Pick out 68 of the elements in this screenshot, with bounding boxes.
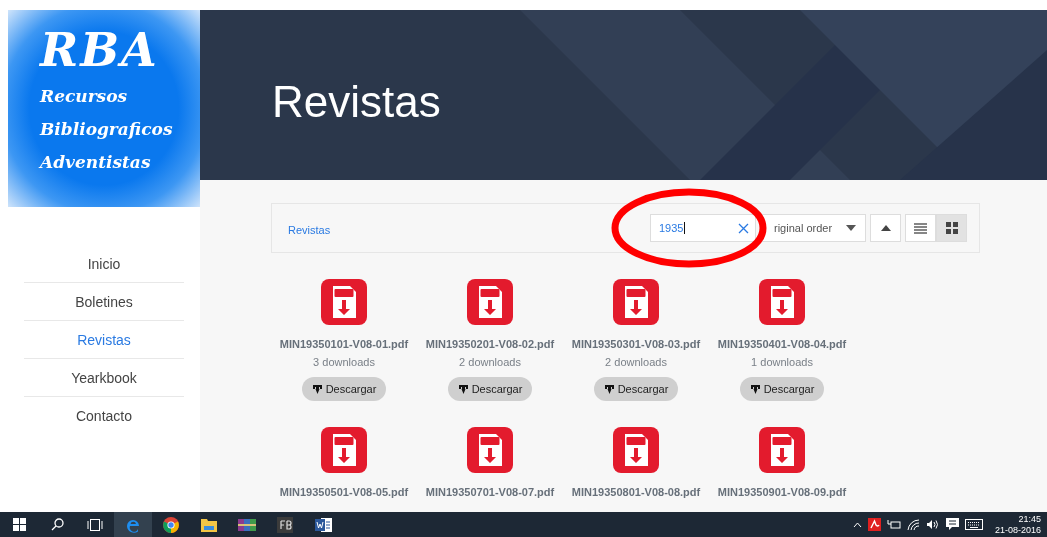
volume-icon[interactable]: [925, 519, 940, 530]
logo-text: Bibliograficos: [40, 118, 173, 141]
download-count: 2 downloads: [459, 356, 521, 368]
antivirus-icon[interactable]: [867, 518, 881, 531]
page-title: Revistas: [272, 76, 441, 127]
archive-icon: [238, 517, 256, 532]
pdf-file-icon: [321, 427, 367, 473]
download-icon: [311, 383, 323, 395]
file-name[interactable]: MIN19350301-V08-03.pdf: [571, 338, 701, 350]
browser-icon: [163, 516, 179, 533]
logo-title: RBA: [40, 24, 159, 76]
download-count: 1 downloads: [751, 356, 813, 368]
download-icon: [457, 383, 469, 395]
file-name[interactable]: MIN19350401-V08-04.pdf: [717, 338, 847, 350]
download-icon: [749, 383, 761, 395]
file-name[interactable]: MIN19350201-V08-02.pdf: [425, 338, 555, 350]
caret-icon: [846, 225, 856, 231]
pdf-file-icon: [321, 279, 367, 325]
keyboard-icon[interactable]: [964, 519, 983, 530]
nav-link[interactable]: Boletines: [24, 283, 184, 321]
clock-date[interactable]: 21-08-2016: [994, 524, 1041, 536]
notification-icon[interactable]: [945, 518, 959, 531]
wifi-icon[interactable]: [906, 518, 920, 531]
nav-link[interactable]: Contacto: [24, 397, 184, 434]
breadcrumb-link[interactable]: Revistas: [288, 220, 331, 236]
download-count: 3 downloads: [313, 356, 375, 368]
power-icon[interactable]: [886, 519, 901, 530]
pdf-file-icon: [613, 279, 659, 325]
word-icon: [314, 516, 332, 533]
nav-link[interactable]: Yearkbook: [24, 359, 184, 397]
file-name[interactable]: MIN19350901-V08-09.pdf: [717, 486, 847, 498]
pdf-file-icon: [613, 427, 659, 473]
pdf-file-icon: [759, 279, 805, 325]
triangle-up-icon: [880, 225, 891, 231]
file-name[interactable]: MIN19350501-V08-05.pdf: [279, 486, 409, 498]
text-cursor: [684, 222, 686, 234]
clock-time[interactable]: 21:45: [1018, 513, 1041, 525]
logo-text: Adventistas: [40, 151, 151, 174]
search-field[interactable]: 1935: [650, 214, 756, 242]
sort-dropdown[interactable]: riginal order: [762, 214, 866, 242]
list-icon: [914, 222, 927, 234]
sort-direction-button[interactable]: [870, 214, 901, 242]
task-view-icon: [87, 518, 103, 531]
pdf-file-icon: [759, 427, 805, 473]
nav-link[interactable]: Revistas: [24, 321, 184, 359]
file-name[interactable]: MIN19350101-V08-01.pdf: [279, 338, 409, 350]
grid-icon: [945, 222, 958, 234]
chevron-up-icon[interactable]: [852, 521, 862, 528]
grid-view-button[interactable]: [936, 214, 967, 242]
search-icon: [50, 518, 64, 531]
file-name[interactable]: MIN19350801-V08-08.pdf: [571, 486, 701, 498]
windows-icon: [12, 518, 26, 531]
clear-icon[interactable]: [738, 222, 749, 234]
pdf-file-icon: [467, 279, 513, 325]
folder-icon: [201, 517, 217, 532]
download-icon: [603, 383, 615, 395]
download-button[interactable]: Descargar: [739, 377, 825, 401]
pdf-file-icon: [467, 427, 513, 473]
download-button[interactable]: Descargar: [301, 377, 387, 401]
logo[interactable]: RBA Recursos Bibliograficos Adventistas: [8, 10, 200, 207]
list-view-button[interactable]: [905, 214, 936, 242]
fb-icon: [277, 516, 293, 533]
download-button[interactable]: Descargar: [593, 377, 679, 401]
download-count: 2 downloads: [605, 356, 667, 368]
download-button[interactable]: Descargar: [447, 377, 533, 401]
logo-text: Recursos: [40, 85, 128, 108]
file-name[interactable]: MIN19350701-V08-07.pdf: [425, 486, 555, 498]
nav-link[interactable]: Inicio: [24, 245, 184, 283]
